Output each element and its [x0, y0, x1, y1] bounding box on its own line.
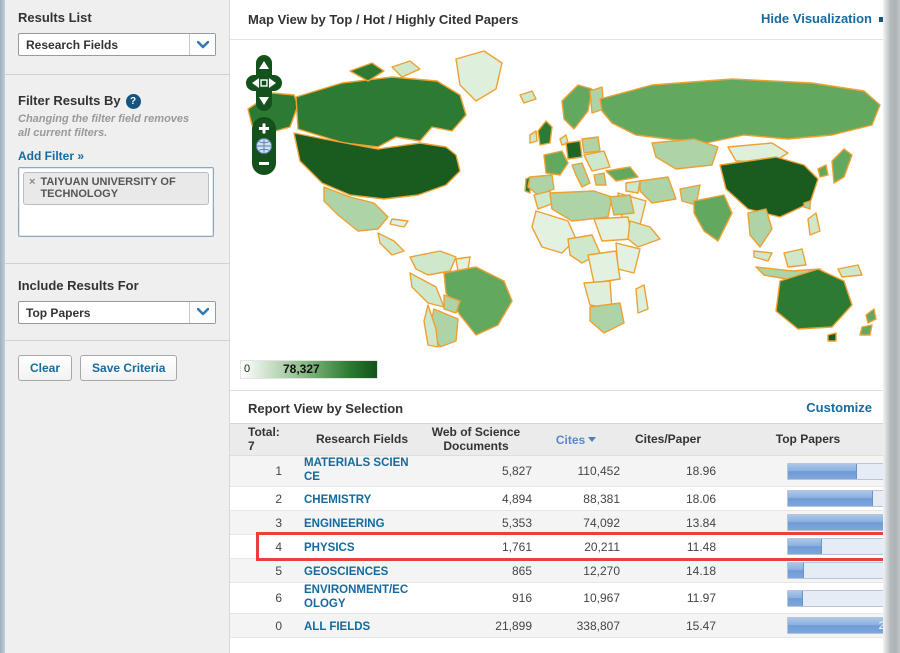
- chevron-down-icon: [189, 301, 215, 323]
- filter-note: Changing the filter field removes all cu…: [18, 113, 190, 139]
- research-field-link[interactable]: ENVIRONMENT/ECOLOGY: [304, 584, 410, 612]
- row-wos-documents: 916: [511, 591, 532, 605]
- col-header-top-papers[interactable]: Top Papers: [716, 432, 900, 447]
- top-papers-bar-fill: [788, 539, 822, 554]
- col-header-research-fields[interactable]: Research Fields: [290, 432, 420, 447]
- results-list-section: Results List Research Fields: [0, 0, 229, 68]
- research-field-link[interactable]: ALL FIELDS: [304, 621, 410, 635]
- total-header: Total: 7: [248, 425, 280, 453]
- top-papers-bar-fill: [788, 590, 803, 606]
- row-cites: 12,270: [583, 563, 620, 578]
- filter-tag[interactable]: × TAIYUAN UNIVERSITY OF TECHNOLOGY: [23, 171, 209, 205]
- row-cites: 74,092: [583, 515, 620, 530]
- results-list-heading: Results List: [18, 10, 92, 25]
- top-papers-bar-fill: [788, 563, 804, 578]
- legend-max: 78,327: [283, 362, 320, 376]
- window-edge-strip[interactable]: [883, 0, 900, 653]
- hide-visualization-link[interactable]: Hide Visualization: [761, 11, 872, 26]
- row-cites-per-paper: 14.18: [685, 563, 716, 578]
- table-row: 1 MATERIALS SCIENCE 5,827 110,452 18.96 …: [230, 456, 900, 487]
- row-cites: 10,967: [583, 591, 620, 605]
- research-field-link[interactable]: GEOSCIENCES: [304, 566, 410, 580]
- row-rank: 5: [275, 563, 282, 578]
- save-criteria-button[interactable]: Save Criteria: [80, 354, 178, 381]
- row-cites: 88,381: [583, 491, 620, 506]
- map-legend: 0 78,327: [240, 360, 378, 379]
- map-view-title: Map View by Top / Hot / Highly Cited Pap…: [248, 12, 519, 27]
- row-rank: 4: [275, 539, 282, 554]
- table-row: 2 CHEMISTRY 4,894 88,381 18.06 48: [230, 487, 900, 511]
- table-body: 1 MATERIALS SCIENCE 5,827 110,452 18.96 …: [230, 456, 900, 638]
- row-cites: 20,211: [584, 539, 620, 554]
- include-results-section: Include Results For Top Papers: [0, 264, 229, 336]
- row-wos-documents: 4,894: [501, 491, 532, 506]
- results-list-dropdown-value: Research Fields: [26, 38, 119, 52]
- research-field-link[interactable]: MATERIALS SCIENCE: [304, 457, 410, 485]
- include-results-heading: Include Results For: [18, 277, 139, 293]
- research-field-link[interactable]: PHYSICS: [304, 542, 410, 556]
- row-cites-per-paper: 11.97: [686, 591, 716, 605]
- filter-section: Filter Results By? Changing the filter f…: [0, 75, 229, 249]
- include-results-dropdown-value: Top Papers: [26, 305, 91, 320]
- row-rank: 6: [275, 591, 282, 605]
- filter-heading: Filter Results By?: [18, 93, 217, 110]
- criteria-buttons: Clear Save Criteria: [0, 341, 229, 381]
- include-results-dropdown[interactable]: Top Papers: [18, 300, 216, 324]
- row-cites-per-paper: 11.48: [686, 539, 716, 554]
- table-row: 5 GEOSCIENCES 865 12,270 14.18 9: [230, 559, 900, 583]
- col-header-cites-sorted[interactable]: Cites: [532, 433, 620, 447]
- table-header-row: Total: 7 Research Fields Web of Science …: [230, 423, 900, 456]
- row-rank: 0: [275, 618, 282, 633]
- col-header-cites-per-paper[interactable]: Cites/Paper: [620, 432, 716, 447]
- help-icon[interactable]: ?: [125, 94, 141, 110]
- remove-filter-icon[interactable]: ×: [29, 176, 35, 189]
- sidebar: Results List Research Fields Filter Resu…: [0, 0, 230, 653]
- col-header-wos-documents[interactable]: Web of Science Documents: [420, 425, 532, 454]
- research-field-link[interactable]: CHEMISTRY: [304, 494, 410, 508]
- esi-screen: Results List Research Fields Filter Resu…: [0, 0, 900, 653]
- results-list-dropdown[interactable]: Research Fields: [18, 33, 216, 56]
- chevron-down-icon: [189, 34, 215, 55]
- legend-min: 0: [244, 363, 251, 375]
- row-wos-documents: 21,899: [495, 618, 532, 633]
- filter-tag-label: TAIYUAN UNIVERSITY OF TECHNOLOGY: [40, 175, 176, 201]
- map-controls: [246, 55, 282, 175]
- world-map[interactable]: [232, 43, 892, 355]
- map-zone: 0 78,327: [230, 41, 900, 390]
- customize-link[interactable]: Customize: [806, 400, 872, 415]
- active-filters-box: × TAIYUAN UNIVERSITY OF TECHNOLOGY: [18, 166, 214, 237]
- main-panel: Map View by Top / Hot / Highly Cited Pap…: [230, 0, 900, 653]
- row-wos-documents: 5,827: [501, 464, 532, 478]
- row-rank: 3: [275, 515, 282, 530]
- report-bar: Report View by Selection Customize: [230, 390, 900, 423]
- sort-desc-icon: [588, 436, 597, 442]
- research-field-link[interactable]: ENGINEERING: [304, 518, 410, 532]
- row-rank: 2: [275, 491, 282, 506]
- row-wos-documents: 1,761: [501, 539, 532, 554]
- row-rank: 1: [275, 464, 282, 478]
- add-filter-link[interactable]: Add Filter »: [18, 149, 84, 163]
- row-wos-documents: 5,353: [501, 515, 532, 530]
- table-row: 3 ENGINEERING 5,353 74,092 13.84 63: [230, 511, 900, 535]
- pan-control: [246, 55, 282, 111]
- row-cites-per-paper: 15.47: [685, 618, 716, 633]
- table-row: 0 ALL FIELDS 21,899 338,807 15.47 206: [230, 614, 900, 638]
- row-cites: 110,452: [577, 464, 621, 478]
- row-cites: 338,807: [576, 618, 620, 633]
- clear-button[interactable]: Clear: [18, 354, 73, 381]
- table-row: 4 PHYSICS 1,761 20,211 11.48 19: [230, 532, 900, 561]
- report-table: Total: 7 Research Fields Web of Science …: [230, 423, 900, 638]
- map-header: Map View by Top / Hot / Highly Cited Pap…: [230, 0, 900, 40]
- table-row: 6 ENVIRONMENT/ECOLOGY 916 10,967 11.97 8: [230, 583, 900, 614]
- report-view-title: Report View by Selection: [248, 401, 404, 416]
- row-cites-per-paper: 13.84: [685, 515, 716, 530]
- zoom-control: [252, 117, 276, 175]
- row-cites-per-paper: 18.06: [685, 491, 716, 506]
- top-papers-bar-fill: [788, 491, 874, 506]
- row-cites-per-paper: 18.96: [685, 464, 716, 478]
- top-papers-bar-fill: [788, 515, 898, 530]
- top-papers-bar-fill: [788, 463, 858, 479]
- row-wos-documents: 865: [511, 563, 532, 578]
